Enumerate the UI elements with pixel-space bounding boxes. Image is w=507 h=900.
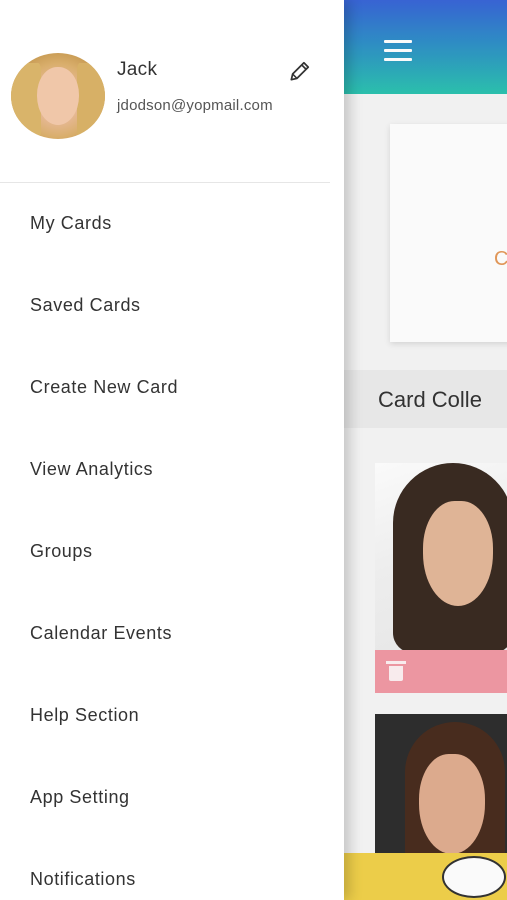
- menu-item-view-analytics[interactable]: View Analytics: [30, 459, 153, 480]
- menu-item-notifications[interactable]: Notifications: [30, 869, 136, 890]
- menu-item-app-setting[interactable]: App Setting: [30, 787, 130, 808]
- menu-item-calendar-events[interactable]: Calendar Events: [30, 623, 172, 644]
- menu-item-my-cards[interactable]: My Cards: [30, 213, 112, 234]
- menu-item-help-section[interactable]: Help Section: [30, 705, 139, 726]
- navigation-drawer: Jack jdodson@yopmail.com My Cards Saved …: [0, 0, 344, 900]
- menu-item-saved-cards[interactable]: Saved Cards: [30, 295, 141, 316]
- user-name: Jack: [117, 59, 158, 80]
- profile-header: Jack jdodson@yopmail.com: [0, 0, 330, 183]
- user-email: jdodson@yopmail.com: [117, 97, 273, 114]
- menu-item-create-new-card[interactable]: Create New Card: [30, 377, 178, 398]
- menu-item-groups[interactable]: Groups: [30, 541, 93, 562]
- pencil-icon[interactable]: [287, 58, 313, 84]
- avatar[interactable]: [11, 53, 105, 139]
